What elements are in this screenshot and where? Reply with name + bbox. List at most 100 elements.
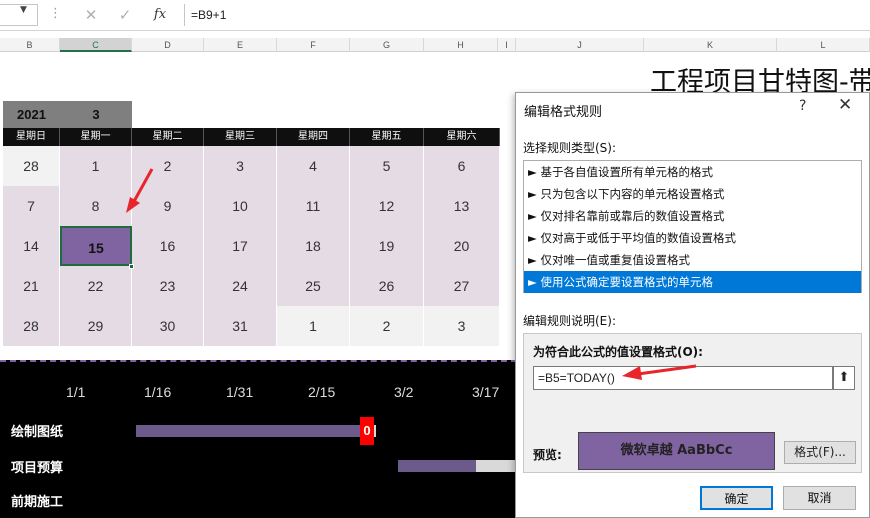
calendar-week: 14 15 16 17 18 19 20 <box>3 226 500 266</box>
column-header-f[interactable]: F <box>277 38 350 52</box>
formula-bar: ▼ ⋮ ✕ ✓ fx =B9+1 <box>0 0 870 31</box>
rule-description-label: 编辑规则说明(E): <box>523 314 616 328</box>
rule-type-label: 选择规则类型(S): <box>523 141 617 155</box>
calendar-day[interactable]: 24 <box>204 266 277 306</box>
calendar-day[interactable]: 23 <box>132 266 204 306</box>
column-header-i[interactable]: I <box>498 38 516 52</box>
calendar-day-today[interactable]: 15 <box>60 226 132 266</box>
dialog-title: 编辑格式规则 <box>524 105 603 120</box>
calendar-day[interactable]: 27 <box>424 266 500 306</box>
calendar-day[interactable]: 17 <box>204 226 277 266</box>
gantt-date-label: 3/2 <box>394 384 414 400</box>
insert-function-icon[interactable]: fx <box>147 5 173 25</box>
calendar-day[interactable]: 28 <box>3 146 60 186</box>
gantt-chart: 1/1 1/16 1/31 2/15 3/2 3/17 绘制图纸 项目预算 前期… <box>0 360 517 518</box>
rule-type-item-selected[interactable]: ► 使用公式确定要设置格式的单元格 <box>524 271 861 293</box>
format-button[interactable]: 格式(F)... <box>784 441 856 464</box>
name-box[interactable] <box>0 4 38 26</box>
column-header-l[interactable]: L <box>777 38 870 52</box>
calendar-day[interactable]: 31 <box>204 306 277 346</box>
calendar-day[interactable]: 22 <box>60 266 132 306</box>
calendar-day[interactable]: 20 <box>424 226 500 266</box>
gantt-date-label: 3/17 <box>472 384 500 400</box>
gantt-bar-remaining <box>476 460 517 472</box>
calendar-day[interactable]: 6 <box>424 146 500 186</box>
column-header-h[interactable]: H <box>424 38 498 52</box>
calendar-week: 7 8 9 10 11 12 13 <box>3 186 500 226</box>
calendar-week: 28 29 30 31 1 2 3 <box>3 306 500 346</box>
calendar-day[interactable]: 4 <box>277 146 350 186</box>
close-icon[interactable]: ✕ <box>838 95 852 115</box>
column-header-j[interactable]: J <box>516 38 644 52</box>
calendar-day[interactable]: 3 <box>204 146 277 186</box>
calendar-day[interactable]: 7 <box>3 186 60 226</box>
gantt-date-label: 1/31 <box>226 384 254 400</box>
calendar-day[interactable]: 12 <box>350 186 424 226</box>
formula-bar-grip-icon: ⋮ <box>49 6 62 21</box>
format-preview: 微软卓越 AaBbCc <box>578 432 775 470</box>
gantt-date-label: 1/16 <box>144 384 172 400</box>
calendar-day[interactable]: 29 <box>60 306 132 346</box>
red-arrow-icon <box>126 168 154 213</box>
weekday-label: 星期日 <box>3 128 60 146</box>
column-header-c[interactable]: C <box>60 38 132 52</box>
edit-format-rule-dialog: 编辑格式规则 ? ✕ 选择规则类型(S): ► 基于各自值设置所有单元格的格式 … <box>515 92 870 518</box>
calendar-week: 21 22 23 24 25 26 27 <box>3 266 500 306</box>
calendar-day[interactable]: 11 <box>277 186 350 226</box>
gantt-task-label: 前期施工 <box>11 495 64 510</box>
rule-type-item[interactable]: ► 仅对排名靠前或靠后的数值设置格式 <box>524 205 861 227</box>
calendar-day[interactable]: 16 <box>132 226 204 266</box>
formula-label: 为符合此公式的值设置格式(O): <box>533 345 703 359</box>
cancel-formula-icon[interactable]: ✕ <box>78 5 104 25</box>
weekday-label: 星期一 <box>60 128 132 146</box>
weekday-header: 星期日 星期一 星期二 星期三 星期四 星期五 星期六 <box>3 128 500 146</box>
rule-type-item[interactable]: ► 仅对唯一值或重复值设置格式 <box>524 249 861 271</box>
gantt-today-marker: 0 <box>360 417 374 445</box>
calendar-day[interactable]: 14 <box>3 226 60 266</box>
formula-input[interactable]: =B9+1 <box>184 4 870 26</box>
rule-type-item[interactable]: ► 基于各自值设置所有单元格的格式 <box>524 161 861 183</box>
calendar-day[interactable]: 13 <box>424 186 500 226</box>
gantt-date-label: 1/1 <box>66 384 86 400</box>
calendar-day[interactable]: 1 <box>277 306 350 346</box>
gantt-task-label: 绘制图纸 <box>11 425 64 440</box>
rule-type-item[interactable]: ► 只为包含以下内容的单元格设置格式 <box>524 183 861 205</box>
calendar-day[interactable]: 19 <box>350 226 424 266</box>
column-header-d[interactable]: D <box>132 38 204 52</box>
help-icon[interactable]: ? <box>799 98 806 114</box>
weekday-label: 星期六 <box>424 128 500 146</box>
collapse-dialog-icon[interactable]: ⬆ <box>833 366 855 390</box>
gantt-task-label: 项目预算 <box>11 461 64 476</box>
gantt-bar-budget <box>398 460 476 472</box>
calendar-day[interactable]: 28 <box>3 306 60 346</box>
ok-button[interactable]: 确定 <box>700 486 773 510</box>
column-header-k[interactable]: K <box>644 38 777 52</box>
name-box-dropdown-icon[interactable]: ▼ <box>20 5 27 15</box>
preview-label: 预览: <box>533 448 562 462</box>
rule-type-item[interactable]: ► 仅对高于或低于平均值的数值设置格式 <box>524 227 861 249</box>
calendar-grid: 28 1 2 3 4 5 6 7 8 9 10 11 12 13 14 15 1… <box>3 146 500 346</box>
column-header-e[interactable]: E <box>204 38 277 52</box>
gantt-date-label: 2/15 <box>308 384 336 400</box>
cancel-button[interactable]: 取消 <box>783 486 856 510</box>
calendar-day[interactable]: 5 <box>350 146 424 186</box>
calendar-day[interactable]: 21 <box>3 266 60 306</box>
calendar-day[interactable]: 3 <box>424 306 500 346</box>
calendar-day[interactable]: 2 <box>350 306 424 346</box>
selection-fill-handle[interactable] <box>129 264 134 269</box>
weekday-label: 星期四 <box>277 128 350 146</box>
calendar-day[interactable]: 18 <box>277 226 350 266</box>
column-header-g[interactable]: G <box>350 38 424 52</box>
rule-type-list[interactable]: ► 基于各自值设置所有单元格的格式 ► 只为包含以下内容的单元格设置格式 ► 仅… <box>523 160 862 293</box>
rule-description-panel: 为符合此公式的值设置格式(O): =B5=TODAY() ⬆ 预览: 微软卓越 … <box>523 333 862 473</box>
weekday-label: 星期五 <box>350 128 424 146</box>
calendar-day[interactable]: 10 <box>204 186 277 226</box>
calendar-day[interactable]: 25 <box>277 266 350 306</box>
calendar-week: 28 1 2 3 4 5 6 <box>3 146 500 186</box>
enter-formula-icon[interactable]: ✓ <box>112 5 138 25</box>
year-cell[interactable]: 2021 <box>3 101 60 128</box>
month-cell[interactable]: 3 <box>60 101 132 128</box>
column-header-b[interactable]: B <box>0 38 60 52</box>
calendar-day[interactable]: 30 <box>132 306 204 346</box>
calendar-day[interactable]: 26 <box>350 266 424 306</box>
